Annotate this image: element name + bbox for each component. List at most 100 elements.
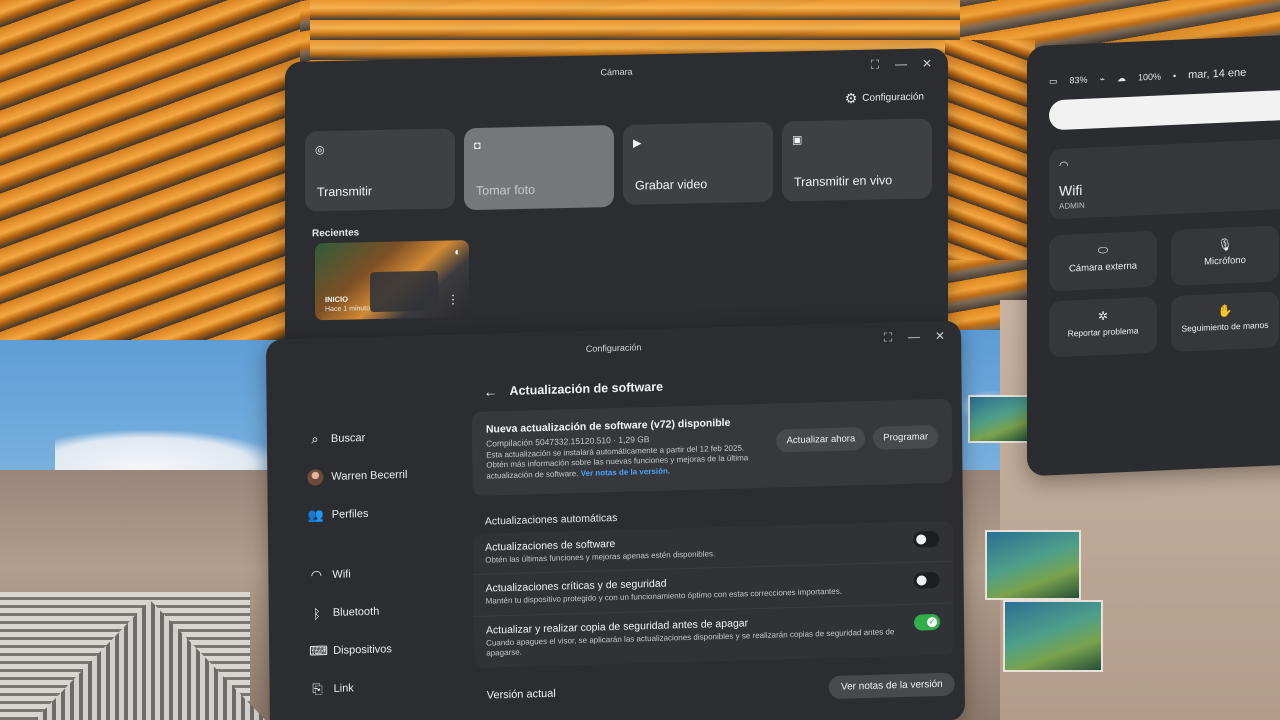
sidebar-item-search[interactable]: ⌕ Buscar xyxy=(295,416,470,459)
avatar xyxy=(307,469,324,486)
camera-icon: ◘ xyxy=(474,139,481,152)
sidebar-item-bluetooth[interactable]: ᛒ Bluetooth xyxy=(297,590,472,633)
settings-panel-title: Configuración xyxy=(585,342,642,354)
page-title: Actualización de software xyxy=(509,379,664,398)
hand-tracking-tile[interactable]: ✋ Seguimiento de manos xyxy=(1171,291,1279,353)
tile-label: Reportar problema xyxy=(1067,325,1139,339)
take-photo-card[interactable]: ◘ Tomar foto xyxy=(464,125,614,211)
check-icon: ✓ xyxy=(926,616,938,628)
update-now-button[interactable]: Actualizar ahora xyxy=(776,427,866,453)
camera-panel-title: Cámara xyxy=(600,66,633,78)
card-label: Transmitir xyxy=(317,184,373,200)
backup-before-shutdown-toggle[interactable]: ✓ xyxy=(913,613,941,631)
security-updates-toggle[interactable] xyxy=(913,572,940,590)
status-bar: ▭ 83% ⌁ ☁ 100% • mar, 14 ene xyxy=(1049,67,1246,88)
sidebar-item-label: Wifi xyxy=(332,568,351,581)
window-controls: ⛶ — ✕ xyxy=(881,329,947,346)
release-notes-link[interactable]: Ver notas de la versión. xyxy=(581,466,670,477)
sidebar-item-label: Warren Becerril xyxy=(331,468,408,483)
search-icon: ⌕ xyxy=(311,431,319,447)
external-camera-tile[interactable]: ⬭ Cámara externa xyxy=(1049,230,1157,292)
roof-beam-right xyxy=(945,40,1035,260)
card-label: Transmitir en vivo xyxy=(794,173,893,190)
quick-settings-panel: ▭ 83% ⌁ ☁ 100% • mar, 14 ene ◠ Wifi ADMI… xyxy=(1027,33,1280,477)
capture-time: Hace 1 minuto xyxy=(325,305,371,314)
sidebar-item-wifi[interactable]: ◠ Wifi xyxy=(296,552,471,595)
landscape-picture xyxy=(968,395,1030,443)
landscape-picture xyxy=(1003,600,1103,672)
bluetooth-icon: ᛒ xyxy=(312,605,321,621)
sidebar-item-label: Perfiles xyxy=(331,507,369,521)
card-label: Grabar video xyxy=(635,177,708,193)
thumbnail-preview xyxy=(370,270,438,313)
sidebar-item-label: Link xyxy=(333,682,354,695)
quick-search-bar[interactable] xyxy=(1049,88,1280,131)
settings-sidebar: ⌕ Buscar Warren Becerril 👥 Perfiles ◠ Wi… xyxy=(295,416,473,709)
settings-content: ← Actualización de software Nueva actual… xyxy=(471,371,955,702)
external-camera-icon: ⬭ xyxy=(1097,242,1109,258)
update-description: Esta actualización se instalará automáti… xyxy=(486,443,766,482)
camera-actions: ◎ Transmitir ◘ Tomar foto ▶ Grabar video… xyxy=(305,118,932,213)
wifi-icon: ◠ xyxy=(310,567,323,583)
resize-icon[interactable]: ⛶ xyxy=(868,57,882,72)
gear-icon: ⚙ xyxy=(844,89,858,107)
settings-panel: Configuración ⛶ — ✕ ⌕ Buscar Warren Bece… xyxy=(265,320,966,720)
minimize-icon[interactable]: — xyxy=(894,57,908,72)
software-updates-toggle[interactable] xyxy=(913,530,940,548)
sidebar-item-label: Bluetooth xyxy=(332,605,380,619)
bug-icon: ✲ xyxy=(1097,308,1109,324)
close-icon[interactable]: ✕ xyxy=(933,329,947,344)
video-icon: ▶ xyxy=(633,137,642,150)
window-controls: ⛶ — ✕ xyxy=(868,56,934,72)
update-actions: Actualizar ahora Programar xyxy=(776,424,939,453)
live-icon: ▣ xyxy=(792,134,803,147)
devices-icon: ⌨ xyxy=(309,643,329,659)
back-arrow-icon[interactable]: ← xyxy=(483,383,497,399)
wifi-title: Wifi xyxy=(1059,181,1083,199)
minimize-icon[interactable]: — xyxy=(907,329,921,344)
toggle-knob xyxy=(916,534,927,545)
schedule-button[interactable]: Programar xyxy=(873,424,939,450)
current-version-row: Versión actual Ver notas de la versión xyxy=(487,672,955,701)
tile-label: Cámara externa xyxy=(1068,260,1138,275)
auto-updates-list: Actualizaciones de software Obtén las úl… xyxy=(473,520,955,668)
sidebar-item-label: Dispositivos xyxy=(333,643,392,657)
sidebar-item-link[interactable]: ⎘ Link xyxy=(297,666,472,709)
camera-settings-button[interactable]: ⚙ Configuración xyxy=(845,89,924,108)
sidebar-item-devices[interactable]: ⌨ Dispositivos xyxy=(297,628,472,671)
recents-heading: Recientes xyxy=(312,227,360,240)
pin-icon[interactable]: ◐ xyxy=(454,246,461,258)
resize-icon[interactable]: ⛶ xyxy=(881,330,895,345)
link-icon: ⎘ xyxy=(312,681,323,697)
recent-capture-thumbnail[interactable]: ◐ INICIO Hace 1 minuto ⋮ xyxy=(315,240,469,321)
battery-level: 83% xyxy=(1069,74,1088,86)
microphone-icon: 🎙 xyxy=(1217,237,1233,253)
sidebar-item-profiles[interactable]: 👥 Perfiles xyxy=(296,492,471,535)
close-icon[interactable]: ✕ xyxy=(920,56,934,71)
live-stream-card[interactable]: ▣ Transmitir en vivo xyxy=(782,118,932,202)
profiles-icon: 👥 xyxy=(307,507,325,523)
report-problem-tile[interactable]: ✲ Reportar problema xyxy=(1049,296,1157,358)
sidebar-item-account[interactable]: Warren Becerril xyxy=(295,454,470,497)
roof-beam-left xyxy=(0,0,300,340)
toggle-knob xyxy=(916,575,927,586)
wifi-network: ADMIN xyxy=(1059,200,1085,211)
page-header: ← Actualización de software xyxy=(483,371,951,400)
transmit-icon: ◎ xyxy=(315,144,325,157)
camera-panel: Cámara ⛶ — ✕ ⚙ Configuración ◎ Transmiti… xyxy=(285,48,948,352)
controller-battery: 100% xyxy=(1137,71,1161,83)
microphone-tile[interactable]: 🎙 Micrófono xyxy=(1171,225,1279,287)
tile-label: Seguimiento de manos xyxy=(1181,319,1269,334)
card-label: Tomar foto xyxy=(476,182,536,198)
controller-icon: ⌁ xyxy=(1099,73,1105,84)
transmit-card[interactable]: ◎ Transmitir xyxy=(305,128,455,212)
view-release-notes-button[interactable]: Ver notas de la versión xyxy=(828,672,955,699)
more-options-icon[interactable]: ⋮ xyxy=(447,292,459,306)
tile-label: Micrófono xyxy=(1204,254,1246,268)
record-video-card[interactable]: ▶ Grabar video xyxy=(623,121,773,205)
wifi-tile[interactable]: ◠ Wifi ADMIN xyxy=(1049,137,1280,220)
update-available-card: Nueva actualización de software (v72) di… xyxy=(471,398,953,496)
date: mar, 14 ene xyxy=(1188,66,1247,82)
camera-settings-label: Configuración xyxy=(862,91,924,104)
cloud-icon: ☁ xyxy=(1116,72,1126,83)
